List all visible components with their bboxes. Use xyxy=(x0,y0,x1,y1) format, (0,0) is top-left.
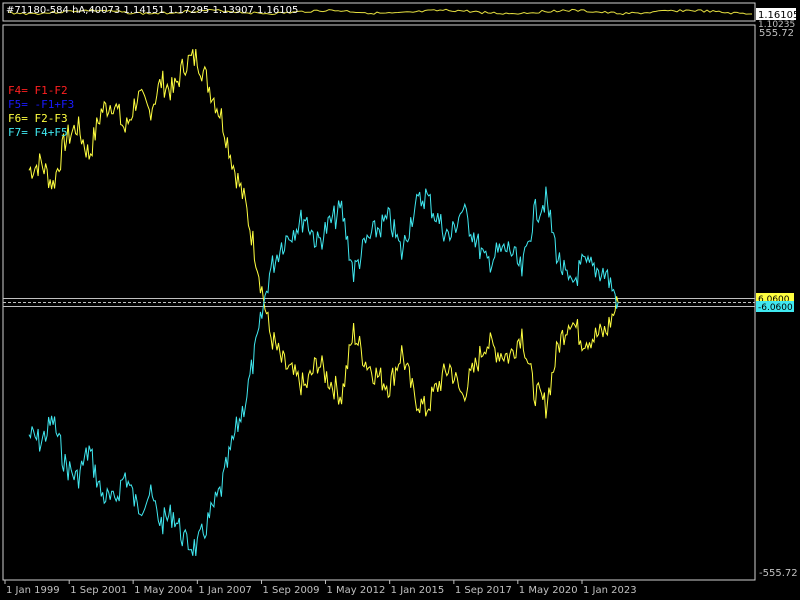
value-tag-f7: -6.0600 xyxy=(758,303,793,313)
indicator-legend: F4= F1-F2 F5= -F1+F3 F6= F2-F3 F7= F4+F5 xyxy=(8,84,74,139)
x-tick-label: 1 Sep 2001 xyxy=(70,585,127,596)
legend-item-f4: F4= F1-F2 xyxy=(8,84,68,97)
x-tick-label: 1 Sep 2017 xyxy=(455,585,512,596)
x-tick-label: 1 Jan 2007 xyxy=(198,585,252,596)
x-tick-label: 1 May 2004 xyxy=(134,585,193,596)
legend-item-f6: F6= F2-F3 xyxy=(8,112,68,125)
x-tick-label: 1 May 2012 xyxy=(326,585,385,596)
x-tick-label: 1 May 2020 xyxy=(519,585,578,596)
x-tick-label: 1 Jan 2015 xyxy=(391,585,445,596)
x-tick-label: 1 Sep 2009 xyxy=(263,585,320,596)
x-tick-label: 1 Jan 2023 xyxy=(583,585,637,596)
x-tick-label: 1 Jan 1999 xyxy=(6,585,60,596)
top-panel-title: #71180-584 hA,40073 1.14151 1.17295 1.13… xyxy=(6,5,298,16)
y-tick-max: 555.72 xyxy=(759,28,794,39)
y-tick-min: -555.72 xyxy=(759,568,798,579)
chart-background xyxy=(0,0,800,600)
chart-canvas: #71180-584 hA,40073 1.14151 1.17295 1.13… xyxy=(0,0,800,600)
legend-item-f5: F5= -F1+F3 xyxy=(8,98,74,111)
legend-item-f7: F7= F4+F5 xyxy=(8,126,68,139)
